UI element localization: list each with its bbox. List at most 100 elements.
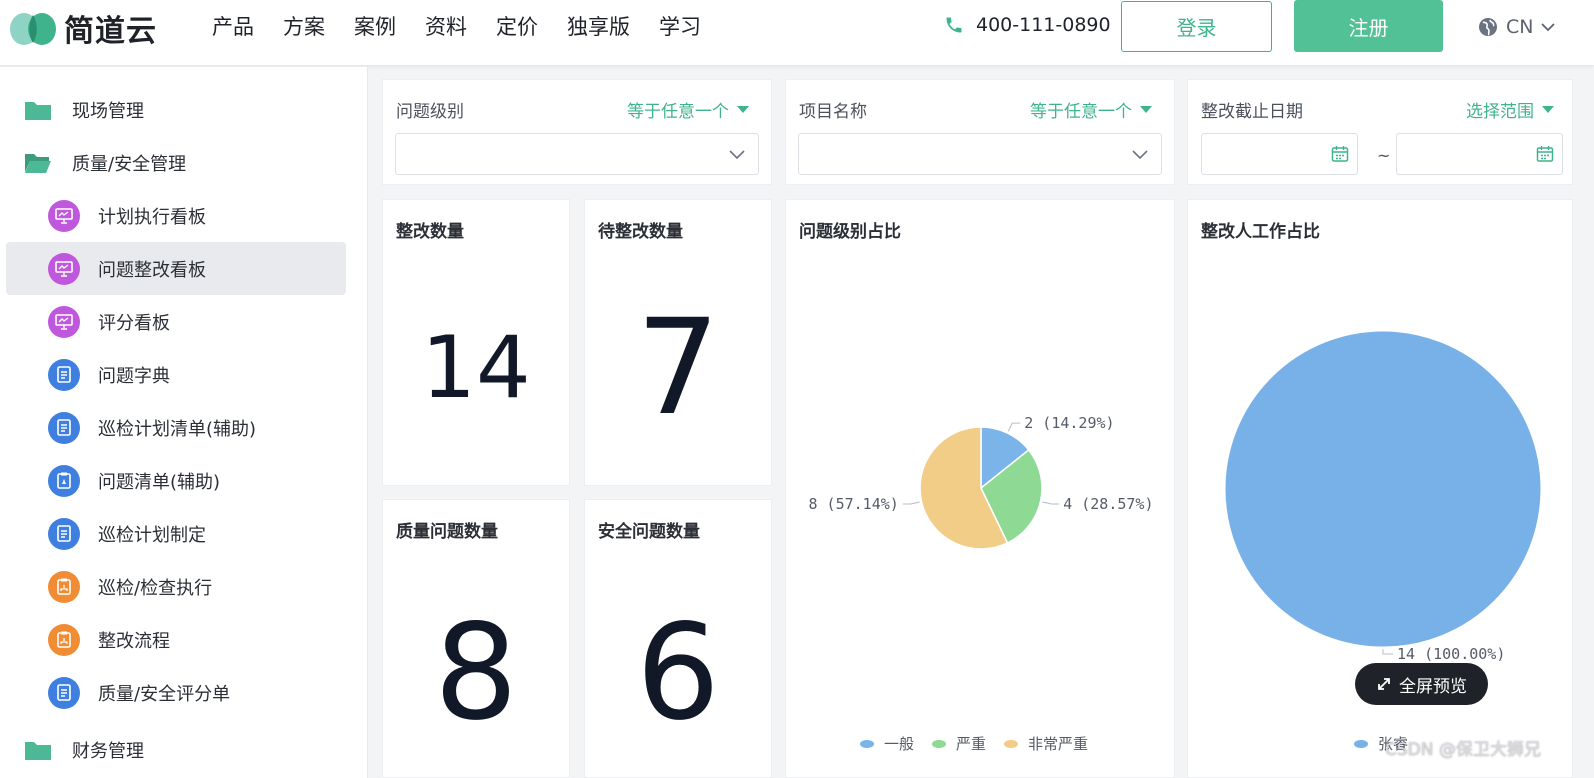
filter-mode-dropdown[interactable]: 选择范围	[1466, 97, 1554, 122]
legend-item[interactable]: 非常严重	[1004, 733, 1088, 754]
language-switcher[interactable]: CN	[1478, 16, 1563, 38]
pie-data-label: 4 (28.57%)	[1063, 495, 1153, 513]
kpi-title: 安全问题数量	[598, 522, 700, 542]
kpi-card-pending-count[interactable]: 待整改数量 7	[584, 199, 772, 486]
sidebar-item-label: 现场管理	[72, 100, 144, 122]
legend-label: 非常严重	[1028, 735, 1089, 753]
sidebar-item-plan-execution-board[interactable]: 计划执行看板	[6, 189, 346, 242]
project-name-select[interactable]	[798, 133, 1162, 175]
phone-number: 400-111-0890	[976, 14, 1111, 36]
kpi-value: 8	[434, 596, 518, 750]
leaf-logo-icon	[10, 13, 56, 45]
caret-down-icon	[1542, 106, 1554, 113]
filter-mode-dropdown[interactable]: 等于任意一个	[1030, 97, 1152, 122]
folder-icon	[24, 99, 52, 121]
sidebar-item-label: 问题字典	[98, 365, 170, 387]
filter-mode-dropdown[interactable]: 等于任意一个	[627, 97, 749, 122]
nav-item-resources[interactable]: 资料	[425, 14, 467, 40]
hotline[interactable]: 400-111-0890	[944, 14, 1111, 36]
legend-swatch	[1354, 739, 1368, 748]
pie-label-line	[1007, 422, 1021, 432]
kpi-card-quality-issue-count[interactable]: 质量问题数量 8	[382, 499, 570, 778]
sidebar-item-inspection-plan-list[interactable]: 巡检计划清单(辅助)	[6, 401, 346, 454]
caret-down-icon	[1140, 106, 1152, 113]
sidebar-item-issue-list[interactable]: 问题清单(辅助)	[6, 454, 346, 507]
nav-item-products[interactable]: 产品	[212, 14, 254, 40]
legend-item[interactable]: 严重	[932, 733, 986, 754]
language-label: CN	[1506, 16, 1534, 38]
sidebar-item-inspection-plan-setup[interactable]: 巡检计划制定	[6, 507, 346, 560]
globe-icon	[1479, 18, 1497, 36]
brand-logo[interactable]: 简道云	[8, 8, 157, 49]
pie-label-line	[1382, 649, 1393, 655]
filter-label: 整改截止日期	[1201, 102, 1303, 122]
fullscreen-preview-button[interactable]: 全屏预览	[1355, 663, 1488, 705]
kpi-title: 待整改数量	[598, 222, 683, 242]
filter-project-name: 项目名称 等于任意一个	[785, 79, 1175, 185]
nav-item-solutions[interactable]: 方案	[283, 14, 325, 40]
sidebar-item-label: 质量/安全管理	[72, 153, 187, 175]
folder-icon	[24, 739, 52, 761]
caret-down-icon	[737, 106, 749, 113]
sidebar-item-label: 整改流程	[98, 630, 170, 652]
pie-label-line	[1042, 501, 1060, 505]
sidebar-item-issue-dictionary[interactable]: 问题字典	[6, 348, 346, 401]
sidebar-group-finance-management[interactable]: 财务管理	[6, 723, 346, 776]
sidebar-group-quality-safety[interactable]: 质量/安全管理	[6, 136, 346, 189]
phone-icon	[946, 17, 962, 33]
sidebar-item-label: 计划执行看板	[98, 206, 206, 228]
kpi-card-safety-issue-count[interactable]: 安全问题数量 6	[584, 499, 772, 778]
sidebar-group-site-management[interactable]: 现场管理	[6, 83, 346, 136]
nav-item-pricing[interactable]: 定价	[496, 14, 538, 40]
dashboard-icon	[48, 199, 80, 232]
filter-mode-label: 等于任意一个	[627, 102, 729, 122]
sidebar-item-label: 评分看板	[98, 312, 170, 334]
sidebar-item-inspection-execution[interactable]: 巡检/检查执行	[6, 560, 346, 613]
pie-chart-issue-level[interactable]: 2 (14.29%) 4 (28.57%) 8 (57.14%)	[786, 200, 1176, 778]
kpi-title: 质量问题数量	[396, 522, 498, 542]
chart-card-issue-level: 问题级别占比 2 (14.29%) 4 (28.57%) 8 (57.14%) 一般…	[785, 199, 1175, 778]
watermark: CSDN @保卫大狮兄	[1385, 740, 1541, 760]
kpi-title: 整改数量	[396, 222, 464, 242]
register-button[interactable]: 注册	[1294, 0, 1443, 52]
issue-level-select[interactable]	[395, 133, 759, 175]
nav-item-cases[interactable]: 案例	[354, 14, 396, 40]
kpi-value: 14	[421, 318, 531, 418]
calendar-icon	[1536, 146, 1554, 162]
fullscreen-label: 全屏预览	[1399, 676, 1467, 697]
sidebar-item-issue-rectification-board[interactable]: 问题整改看板	[6, 242, 346, 295]
legend-swatch	[932, 739, 947, 748]
pie-data-label: 8 (57.14%)	[808, 495, 898, 513]
end-date-input[interactable]	[1396, 133, 1563, 175]
sidebar-item-quality-safety-scoring-form[interactable]: 质量/安全评分单	[6, 666, 346, 719]
pie-slice-1[interactable]	[1224, 330, 1542, 648]
flow-icon	[48, 570, 80, 603]
sidebar-item-scoring-board[interactable]: 评分看板	[6, 295, 346, 348]
filter-rectification-deadline: 整改截止日期 选择范围 ~	[1187, 79, 1573, 185]
filter-mode-label: 等于任意一个	[1030, 102, 1132, 122]
sidebar-item-rectification-flow[interactable]: 整改流程	[6, 613, 346, 666]
filter-label: 问题级别	[396, 102, 464, 122]
date-range-separator: ~	[1377, 146, 1391, 165]
sidebar: 现场管理 质量/安全管理 计划执行看板 问题整改看板 评分看板 问题字典 巡检计…	[0, 67, 368, 778]
dashboard-icon	[48, 252, 80, 285]
filter-label: 项目名称	[799, 102, 867, 122]
chevron-down-icon	[1541, 23, 1556, 32]
legend-swatch	[860, 739, 874, 748]
sidebar-item-label: 财务管理	[72, 740, 144, 762]
nav-item-dedicated[interactable]: 独享版	[567, 14, 630, 40]
nav-item-learn[interactable]: 学习	[659, 14, 701, 40]
pie-data-label: 14 (100.00%)	[1397, 645, 1505, 663]
legend-swatch	[1004, 739, 1019, 748]
form-icon	[48, 411, 80, 444]
top-navbar: 简道云 产品 方案 案例 资料 定价 独享版 学习 400-111-0890 登…	[0, 0, 1594, 66]
folder-open-icon	[24, 152, 52, 174]
start-date-input[interactable]	[1201, 133, 1358, 175]
flow-icon	[48, 623, 80, 656]
login-button[interactable]: 登录	[1121, 1, 1272, 52]
chevron-down-icon	[729, 150, 745, 160]
legend-item[interactable]: 一般	[860, 733, 914, 754]
pie-data-label: 2 (14.29%)	[1024, 414, 1114, 432]
kpi-card-rectification-count[interactable]: 整改数量 14	[382, 199, 570, 486]
legend-label: 一般	[884, 735, 915, 753]
